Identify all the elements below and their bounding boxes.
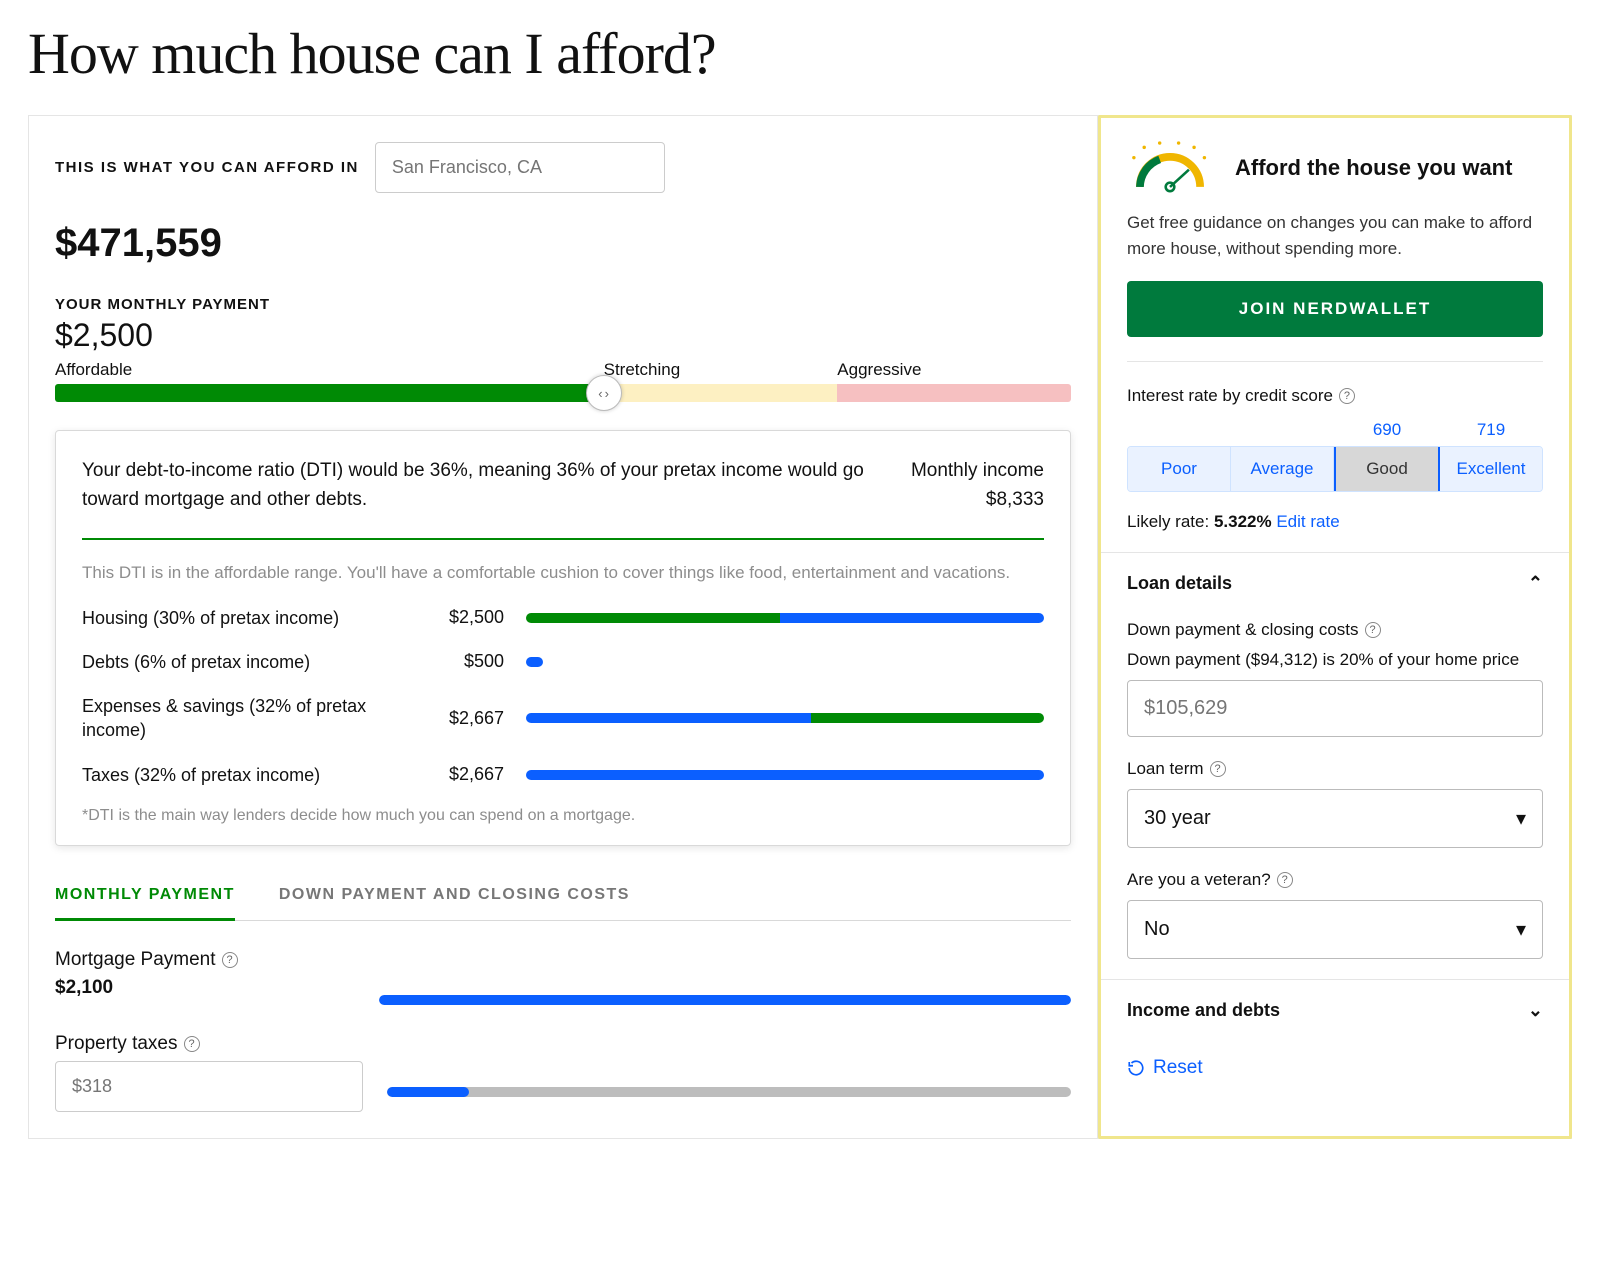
dti-bar-row: Housing (30% of pretax income) $2,500 (82, 606, 1044, 630)
dti-bar-row: Debts (6% of pretax income) $500 (82, 650, 1044, 674)
dti-bar-row: Expenses & savings (32% of pretax income… (82, 694, 1044, 743)
veteran-select[interactable]: No▾ (1127, 900, 1543, 959)
zone-stretching-label: Stretching (604, 360, 838, 380)
dti-bar-amount: $2,500 (414, 607, 504, 628)
gauge-icon (1127, 140, 1213, 196)
monthly-income-value: $8,333 (911, 486, 1044, 515)
zone-labels: Affordable Stretching Aggressive (55, 360, 1071, 380)
dti-bar-track (526, 713, 1044, 723)
side-description: Get free guidance on changes you can mak… (1127, 210, 1543, 263)
dti-bar-track (526, 657, 1044, 667)
afford-label: THIS IS WHAT YOU CAN AFFORD IN (55, 159, 359, 176)
credit-score-tabs: Poor Average Good Excellent (1127, 446, 1543, 492)
help-icon[interactable]: ? (222, 952, 238, 968)
dti-bar-row: Taxes (32% of pretax income) $2,667 (82, 763, 1044, 787)
page-title: How much house can I afford? (28, 20, 1572, 87)
dti-bar-label: Housing (30% of pretax income) (82, 606, 402, 630)
loan-details-toggle[interactable]: Loan details ⌃ (1101, 552, 1569, 614)
dti-description: Your debt-to-income ratio (DTI) would be… (82, 457, 871, 514)
dti-bar-amount: $2,667 (414, 708, 504, 729)
edit-rate-link[interactable]: Edit rate (1276, 512, 1339, 531)
score-tab-excellent[interactable]: Excellent (1440, 447, 1542, 491)
slider-segment-aggressive (837, 384, 1071, 402)
monthly-payment-label: YOUR MONTHLY PAYMENT (55, 296, 1071, 313)
property-taxes-label: Property taxes (55, 1033, 178, 1055)
score-tab-average[interactable]: Average (1231, 447, 1334, 491)
slider-segment-affordable (55, 384, 604, 402)
caret-down-icon: ▾ (1516, 806, 1526, 831)
help-icon[interactable]: ? (1339, 388, 1355, 404)
likely-rate-line: Likely rate: 5.322% Edit rate (1127, 512, 1543, 532)
monthly-income-label: Monthly income (911, 457, 1044, 486)
side-panel: Afford the house you want Get free guida… (1098, 115, 1572, 1139)
dti-card: Your debt-to-income ratio (DTI) would be… (55, 430, 1071, 846)
score-min: 690 (1335, 420, 1439, 440)
affordable-price: $471,559 (55, 221, 1071, 266)
help-icon[interactable]: ? (1365, 622, 1381, 638)
slider-segment-stretching (604, 384, 838, 402)
score-max: 719 (1439, 420, 1543, 440)
dti-bar-amount: $2,667 (414, 764, 504, 785)
dti-bars: Housing (30% of pretax income) $2,500 Debt… (82, 606, 1044, 787)
affordability-slider[interactable]: ‹› (55, 384, 1071, 402)
interest-rate-label: Interest rate by credit score (1127, 386, 1333, 406)
veteran-label: Are you a veteran? (1127, 870, 1271, 890)
loan-term-label: Loan term (1127, 759, 1204, 779)
property-taxes-input[interactable] (55, 1061, 363, 1112)
property-taxes-bar[interactable] (387, 1087, 1071, 1097)
refresh-icon (1127, 1059, 1145, 1077)
main-panel: THIS IS WHAT YOU CAN AFFORD IN $471,559 … (29, 116, 1098, 1138)
likely-rate-value: 5.322% (1214, 512, 1272, 531)
zone-aggressive-label: Aggressive (837, 360, 1071, 380)
dti-bar-label: Debts (6% of pretax income) (82, 650, 402, 674)
city-input[interactable] (375, 142, 665, 193)
score-tab-good[interactable]: Good (1334, 447, 1440, 491)
dti-bar-track (526, 613, 1044, 623)
payment-tabs: MONTHLY PAYMENT DOWN PAYMENT AND CLOSING… (55, 886, 1071, 921)
dti-bar-label: Taxes (32% of pretax income) (82, 763, 402, 787)
divider (1127, 361, 1543, 362)
tab-down-payment[interactable]: DOWN PAYMENT AND CLOSING COSTS (279, 886, 630, 920)
zone-affordable-label: Affordable (55, 360, 604, 380)
help-icon[interactable]: ? (1210, 761, 1226, 777)
dti-bar-track (526, 770, 1044, 780)
income-debts-toggle[interactable]: Income and debts ⌄ (1101, 979, 1569, 1041)
down-payment-label: Down payment & closing costs (1127, 620, 1359, 640)
side-title: Afford the house you want (1235, 155, 1512, 181)
loan-details-body: Down payment & closing costs? Down payme… (1101, 620, 1569, 979)
dti-subtext: This DTI is in the affordable range. You… (82, 560, 1044, 586)
join-nerdwallet-button[interactable]: JOIN NERDWALLET (1127, 281, 1543, 337)
calculator-layout: THIS IS WHAT YOU CAN AFFORD IN $471,559 … (28, 115, 1572, 1139)
monthly-payment-value: $2,500 (55, 317, 1071, 354)
loan-term-select[interactable]: 30 year▾ (1127, 789, 1543, 848)
reset-link[interactable]: Reset (1101, 1041, 1569, 1079)
slider-handle[interactable]: ‹› (586, 375, 622, 411)
dti-bar-amount: $500 (414, 651, 504, 672)
mortgage-payment-bar (379, 995, 1071, 1005)
mortgage-payment-value: $2,100 (55, 977, 355, 999)
help-icon[interactable]: ? (184, 1036, 200, 1052)
down-payment-input[interactable] (1127, 680, 1543, 737)
dti-bar-label: Expenses & savings (32% of pretax income… (82, 694, 402, 743)
tab-monthly-payment[interactable]: MONTHLY PAYMENT (55, 886, 235, 921)
caret-down-icon: ▾ (1516, 917, 1526, 942)
dti-footnote: *DTI is the main way lenders decide how … (82, 807, 1044, 825)
chevron-up-icon: ⌃ (1528, 573, 1543, 594)
credit-score-range: 690 719 (1127, 420, 1543, 440)
down-payment-description: Down payment ($94,312) is 20% of your ho… (1127, 650, 1543, 670)
chevron-down-icon: ⌄ (1528, 1000, 1543, 1021)
help-icon[interactable]: ? (1277, 872, 1293, 888)
mortgage-payment-label: Mortgage Payment (55, 949, 216, 971)
chevron-right-icon: › (605, 386, 609, 401)
score-tab-poor[interactable]: Poor (1128, 447, 1231, 491)
chevron-left-icon: ‹ (598, 386, 602, 401)
